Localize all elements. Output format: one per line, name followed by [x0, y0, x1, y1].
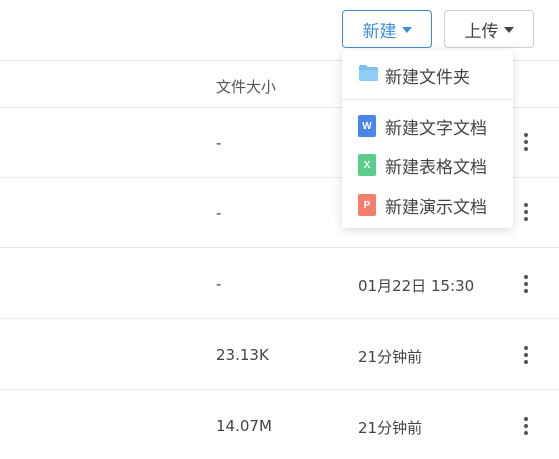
menu-item-label: 新建文字文档: [385, 118, 487, 139]
table-row[interactable]: 14.07M 21分钟前: [0, 389, 559, 459]
modified-time: 21分钟前: [358, 419, 423, 437]
menu-item-label: 新建演示文档: [385, 197, 487, 218]
menu-item-label: 新建文件夹: [385, 67, 470, 88]
word-doc-icon: W: [358, 115, 376, 137]
upload-button-label: 上传: [464, 21, 499, 42]
modified-time: 01月22日 15:30: [358, 277, 475, 295]
menu-item-new-spreadsheet[interactable]: X 新建表格文档: [342, 146, 513, 184]
file-size: -: [216, 204, 222, 222]
more-vertical-icon: [524, 203, 528, 221]
more-options-button[interactable]: [511, 197, 541, 227]
more-options-button[interactable]: [511, 340, 541, 370]
file-size: 23.13K: [216, 346, 269, 364]
new-button-label: 新建: [362, 21, 397, 42]
caret-down-icon: [503, 27, 514, 33]
more-options-button[interactable]: [511, 127, 541, 157]
more-vertical-icon: [524, 346, 528, 364]
file-size: -: [216, 134, 222, 152]
folder-icon: [358, 64, 379, 86]
menu-item-new-presentation[interactable]: P 新建演示文档: [342, 186, 513, 224]
caret-down-icon: [401, 27, 412, 33]
presentation-icon: P: [358, 194, 376, 216]
new-dropdown-menu: 新建文件夹 W 新建文字文档 X 新建表格文档 P 新建演示文档: [342, 50, 513, 228]
menu-divider: [342, 99, 513, 100]
table-row[interactable]: - 01月22日 15:30: [0, 247, 559, 317]
more-vertical-icon: [524, 133, 528, 151]
file-size: 14.07M: [216, 417, 272, 435]
menu-item-new-folder[interactable]: 新建文件夹: [342, 56, 513, 94]
menu-item-new-word-doc[interactable]: W 新建文字文档: [342, 107, 513, 145]
table-row[interactable]: 23.13K 21分钟前: [0, 318, 559, 388]
more-options-button[interactable]: [511, 411, 541, 441]
more-vertical-icon: [524, 275, 528, 293]
menu-item-label: 新建表格文档: [385, 157, 487, 178]
more-vertical-icon: [524, 417, 528, 435]
spreadsheet-icon: X: [358, 154, 376, 176]
more-options-button[interactable]: [511, 269, 541, 299]
upload-button[interactable]: 上传: [444, 10, 534, 48]
new-button[interactable]: 新建: [342, 10, 432, 48]
modified-time: 21分钟前: [358, 348, 423, 366]
column-header-size: 文件大小: [216, 78, 277, 96]
file-size: -: [216, 275, 222, 293]
